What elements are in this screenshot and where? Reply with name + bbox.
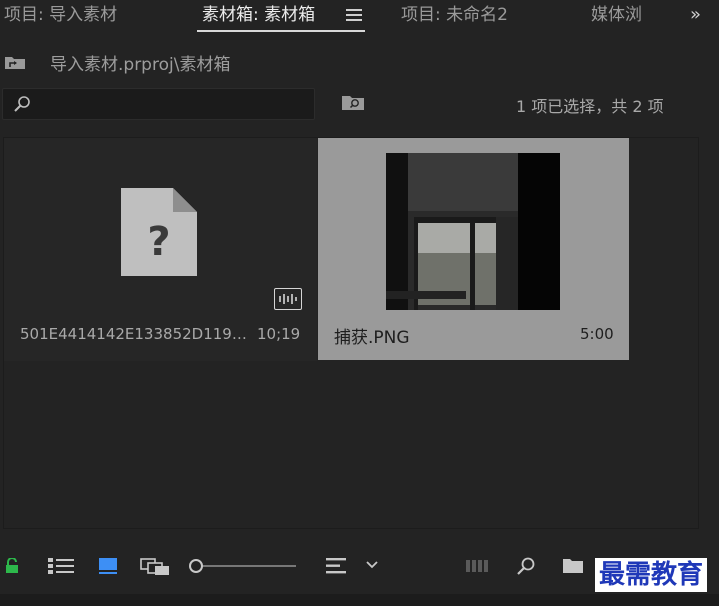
zoom-slider[interactable] <box>188 558 298 574</box>
lock-icon[interactable] <box>5 558 19 574</box>
find-icon[interactable] <box>516 556 536 576</box>
search-icon <box>14 96 30 112</box>
tab-menu-icon[interactable] <box>346 6 362 21</box>
overflow-tabs-icon[interactable]: » <box>690 4 701 25</box>
tab-media-browser[interactable]: 媒体浏 <box>591 4 642 26</box>
new-bin-icon[interactable] <box>562 557 584 574</box>
clip-name: 501E4414142E133852D119… <box>20 325 247 343</box>
watermark-logo: 最需教育 <box>595 558 708 592</box>
tab-project-untitled[interactable]: 项目: 未命名2 <box>401 4 508 26</box>
tab-project-import[interactable]: 项目: 导入素材 <box>4 4 117 26</box>
search-input[interactable] <box>2 88 315 120</box>
freeform-view-icon[interactable] <box>140 558 170 576</box>
clip-item[interactable]: ? 501E4414142E133852D119… 10;19 <box>4 138 317 361</box>
sort-icon[interactable] <box>326 557 348 575</box>
clip-duration: 10;19 <box>257 325 301 343</box>
bin-content-area[interactable]: ? 501E4414142E133852D119… 10;19 捕获.PNG 5… <box>3 137 699 529</box>
automate-sequence-icon[interactable] <box>466 558 492 574</box>
missing-file-icon: ? <box>121 188 197 276</box>
active-tab-indicator <box>197 30 365 32</box>
clip-duration: 5:00 <box>580 325 614 343</box>
clip-name: 捕获.PNG <box>334 328 410 348</box>
selection-status: 1 项已选择，共 2 项 <box>516 97 664 116</box>
icon-view-icon[interactable] <box>98 557 118 575</box>
bottom-strip <box>0 594 719 606</box>
bin-path-row: 导入素材.prproj\素材箱 <box>0 44 719 78</box>
tab-bin-active[interactable]: 素材箱: 素材箱 <box>202 4 315 26</box>
chevron-down-icon[interactable] <box>365 560 379 570</box>
svg-text:?: ? <box>147 219 170 265</box>
up-folder-icon[interactable] <box>4 54 26 70</box>
new-search-bin-icon[interactable] <box>341 93 365 111</box>
image-thumbnail <box>386 153 560 310</box>
audio-badge-icon <box>274 288 302 310</box>
clip-item-selected[interactable]: 捕获.PNG 5:00 <box>318 138 629 360</box>
tab-bar: 项目: 导入素材 素材箱: 素材箱 项目: 未命名2 媒体浏 » <box>0 0 719 34</box>
bin-path: 导入素材.prproj\素材箱 <box>50 55 231 75</box>
project-panel: 项目: 导入素材 素材箱: 素材箱 项目: 未命名2 媒体浏 » 导入素材.pr… <box>0 0 719 606</box>
list-view-icon[interactable] <box>48 558 74 574</box>
